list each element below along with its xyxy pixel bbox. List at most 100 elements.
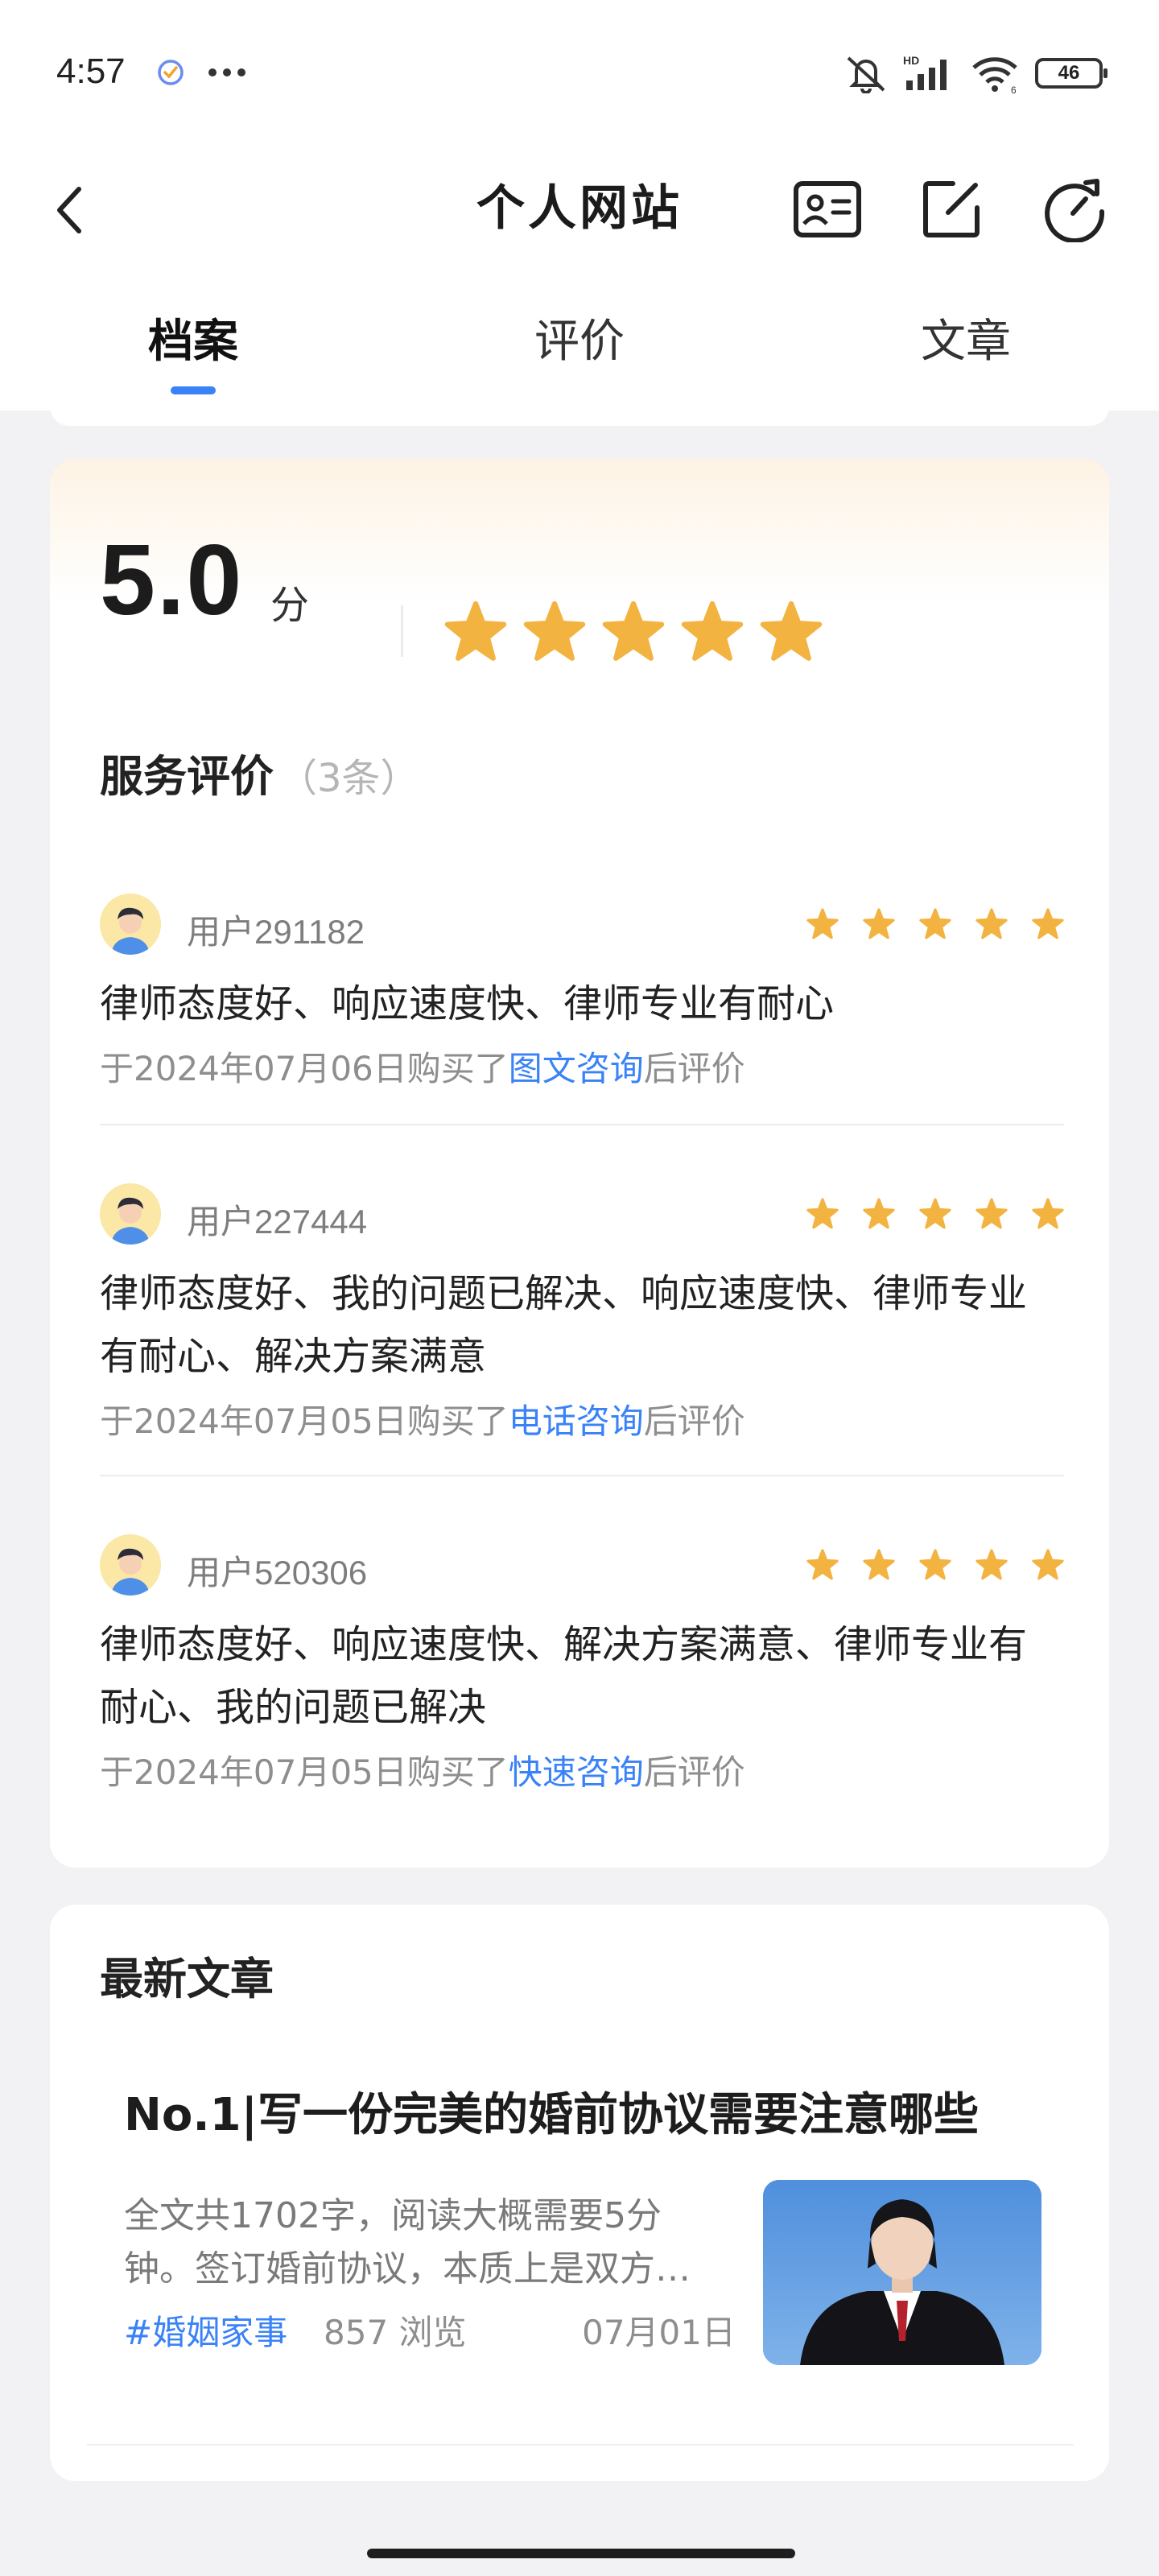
previous-card-edge (50, 407, 1109, 426)
rating-score: 5.0 (100, 525, 244, 636)
articles-section-title: 最新文章 (100, 1954, 274, 2004)
divider (401, 605, 403, 657)
tab-reviews-label: 评价 (534, 316, 625, 368)
svg-text:HD: HD (903, 54, 919, 67)
review-item: 用户520306 律师态度好、响应速度快、解决方案满意、律师专业有耐心、我的问题… (100, 1534, 1064, 1797)
mute-icon (847, 56, 885, 93)
header: 个人网站 档案 评价 文章 (0, 137, 1159, 411)
user-avatar-icon (100, 894, 161, 955)
review-item: 用户291182 律师态度好、响应速度快、律师专业有耐心 于2024年07月06… (100, 894, 1064, 1093)
refresh-button[interactable] (1033, 169, 1114, 250)
edit-button[interactable] (911, 169, 992, 250)
review-text: 律师态度好、响应速度快、律师专业有耐心 (100, 981, 835, 1026)
star-icon (806, 1198, 839, 1229)
status-icons: HD 6 46 (843, 53, 1107, 93)
rating-stars (444, 601, 823, 663)
avatar (100, 894, 161, 955)
review-meta-date: 于2024年07月05日购买了 (100, 1752, 509, 1792)
article-tag[interactable]: #婚姻家事 (124, 2313, 287, 2352)
article-date: 07月01日 (582, 2313, 736, 2352)
refresh-icon (1045, 179, 1105, 242)
review-stars (806, 908, 1064, 940)
back-button[interactable] (45, 174, 93, 246)
edit-icon (923, 181, 980, 237)
review-item: 用户227444 律师态度好、我的问题已解决、响应速度快、律师专业有耐心、解决方… (100, 1183, 1064, 1446)
lawyer-portrait-image (763, 2180, 1041, 2365)
battery-icon: 46 (1035, 58, 1107, 89)
star-icon (863, 908, 895, 939)
star-icon (444, 601, 507, 661)
review-username: 用户291182 (187, 913, 365, 951)
lawyer-website-page: 4:57 HD 6 46 个人网站 档案 评价 文章 5.0 分 服务评价 （3… (0, 0, 1159, 2576)
review-username: 用户227444 (187, 1203, 368, 1241)
tab-reviews[interactable]: 评价 (459, 298, 700, 394)
reviews-section-title: 服务评价 （3条） (100, 741, 419, 804)
star-icon (806, 908, 839, 939)
star-icon (602, 601, 665, 661)
status-time: 4:57 (56, 52, 126, 91)
star-icon (1032, 1549, 1064, 1580)
review-meta-suffix: 后评价 (643, 1402, 745, 1441)
review-meta-suffix: 后评价 (643, 1049, 745, 1088)
rating-unit: 分 (270, 583, 310, 628)
star-icon (1032, 1198, 1064, 1229)
star-icon (863, 1549, 895, 1580)
review-stars (806, 1198, 1064, 1230)
more-dots-icon (208, 68, 245, 76)
review-divider (100, 1124, 1064, 1125)
review-meta: 于2024年07月06日购买了图文咨询后评价 (100, 1045, 1064, 1093)
tab-articles-label: 文章 (921, 316, 1011, 368)
tab-profile-label: 档案 (148, 316, 238, 368)
review-username: 用户520306 (187, 1554, 368, 1591)
article-views: 857 浏览 (324, 2313, 467, 2352)
avatar (100, 1534, 161, 1596)
reviews-title: 服务评价 (100, 751, 274, 802)
star-icon (523, 601, 586, 661)
status-bar: 4:57 HD 6 46 (0, 0, 1159, 137)
review-meta-suffix: 后评价 (643, 1752, 745, 1792)
star-icon (975, 1198, 1008, 1229)
review-meta-date: 于2024年07月06日购买了 (100, 1049, 509, 1088)
article-item[interactable]: No.1|写一份完美的婚前协议需要注意哪些 全文共1702字，阅读大概需要5分钟… (124, 2083, 1041, 2413)
home-indicator[interactable] (367, 2549, 795, 2558)
review-service-link[interactable]: 图文咨询 (509, 1049, 644, 1088)
articles-card: 最新文章 No.1|写一份完美的婚前协议需要注意哪些 全文共1702字，阅读大概… (50, 1905, 1109, 2481)
star-icon (681, 601, 744, 661)
user-avatar-icon (100, 1534, 161, 1596)
review-meta-date: 于2024年07月05日购买了 (100, 1402, 509, 1441)
check-badge-icon (158, 60, 184, 85)
article-divider (87, 2444, 1074, 2446)
hd-signal-icon: HD (903, 54, 947, 90)
svg-text:6: 6 (1011, 85, 1017, 93)
tab-profile[interactable]: 档案 (72, 298, 314, 394)
article-meta: #婚姻家事 857 浏览 07月01日 (124, 2309, 736, 2357)
reviews-count: （3条） (278, 756, 419, 801)
star-icon (919, 1198, 951, 1229)
star-icon (975, 908, 1008, 939)
article-title: No.1|写一份完美的婚前协议需要注意哪些 (124, 2089, 980, 2141)
review-stars (806, 1549, 1064, 1581)
article-summary: 全文共1702字，阅读大概需要5分钟。签订婚前协议，本质上是双方对财产的约定 (124, 2195, 691, 2289)
user-avatar-icon (100, 1183, 161, 1245)
active-tab-indicator (171, 386, 216, 394)
article-thumbnail (763, 2180, 1041, 2365)
review-service-link[interactable]: 快速咨询 (509, 1752, 644, 1792)
star-icon (863, 1198, 895, 1229)
reviews-card: 5.0 分 服务评价 （3条） 用户291182 律师态度好、响应速度快、律师专… (50, 459, 1109, 1868)
tab-articles[interactable]: 文章 (845, 298, 1087, 394)
star-icon (760, 601, 823, 661)
contact-card-icon (794, 181, 861, 237)
review-text: 律师态度好、响应速度快、解决方案满意、律师专业有耐心、我的问题已解决 (100, 1622, 1028, 1730)
tab-bar: 档案 评价 文章 (0, 298, 1159, 394)
review-service-link[interactable]: 电话咨询 (509, 1402, 644, 1441)
chevron-left-icon (57, 187, 81, 233)
contact-card-button[interactable] (787, 169, 868, 250)
star-icon (975, 1549, 1008, 1580)
review-divider (100, 1475, 1064, 1476)
review-meta: 于2024年07月05日购买了电话咨询后评价 (100, 1397, 1064, 1446)
star-icon (806, 1549, 839, 1580)
wifi-icon: 6 (972, 57, 1017, 93)
star-icon (919, 908, 951, 939)
review-meta: 于2024年07月05日购买了快速咨询后评价 (100, 1748, 1064, 1797)
star-icon (1032, 908, 1064, 939)
